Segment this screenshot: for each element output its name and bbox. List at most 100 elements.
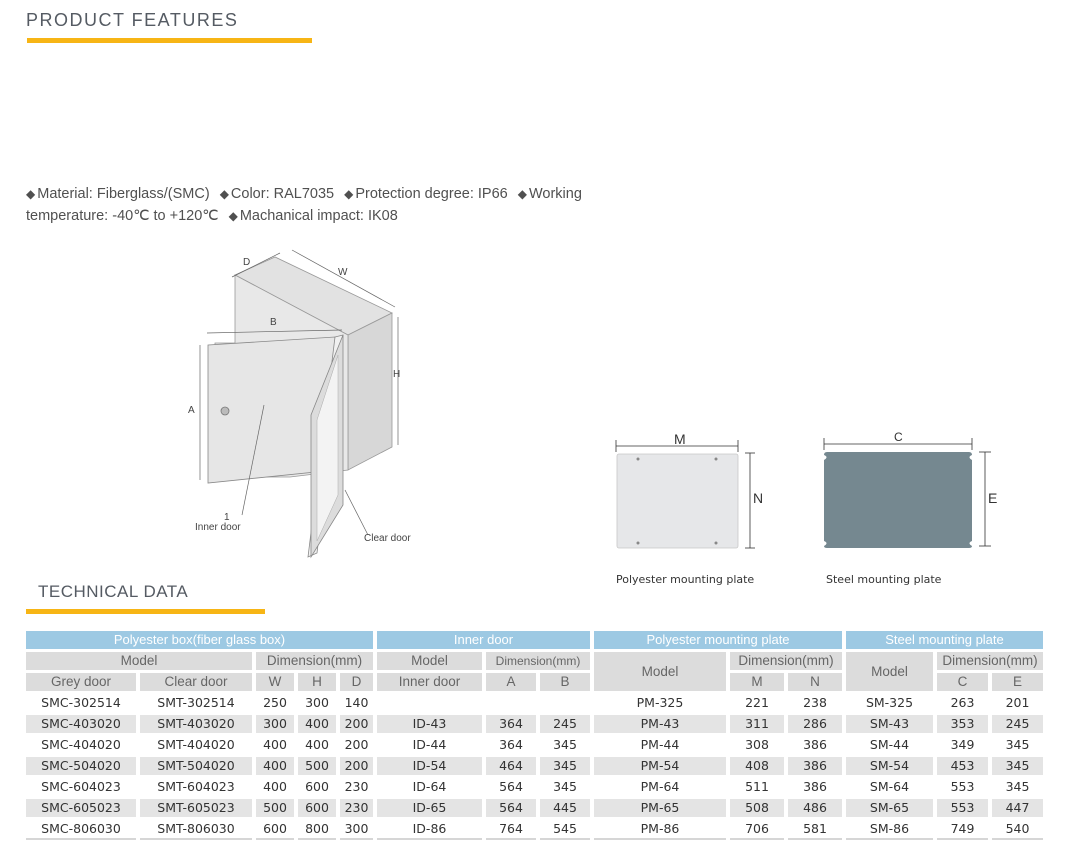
cell-e: 245 bbox=[992, 715, 1043, 733]
cell-grey-door: SMC-504020 bbox=[26, 757, 136, 775]
group-header-polyester-plate: Polyester mounting plate bbox=[594, 631, 842, 649]
header-clear-door: Clear door bbox=[140, 673, 252, 691]
cell-c: 749 bbox=[937, 820, 988, 840]
cell-inner-door: ID-43 bbox=[377, 715, 482, 733]
cell-w: 250 bbox=[256, 694, 294, 712]
cell-c: 553 bbox=[937, 778, 988, 796]
label-b: B bbox=[270, 317, 277, 328]
cell-sm-model: SM-64 bbox=[846, 778, 933, 796]
header-grey-door: Grey door bbox=[26, 673, 136, 691]
cell-d: 230 bbox=[340, 799, 373, 817]
cell-h: 300 bbox=[298, 694, 336, 712]
header-w: W bbox=[256, 673, 294, 691]
cell-b: 545 bbox=[540, 820, 590, 840]
cell-b: 345 bbox=[540, 757, 590, 775]
cell-n: 581 bbox=[788, 820, 842, 840]
cell-w: 300 bbox=[256, 715, 294, 733]
cell-b: 245 bbox=[540, 715, 590, 733]
header-model: Model bbox=[846, 652, 933, 691]
cell-m: 221 bbox=[730, 694, 784, 712]
cell-w: 400 bbox=[256, 778, 294, 796]
cell-e: 540 bbox=[992, 820, 1043, 840]
table-row: SMC-404020 SMT-404020 400 400 200 ID-44 364 345… bbox=[26, 736, 1043, 754]
cell-sm-model: SM-43 bbox=[846, 715, 933, 733]
cell-m: 706 bbox=[730, 820, 784, 840]
cell-inner-door: ID-86 bbox=[377, 820, 482, 840]
label-clear-door: Clear door bbox=[364, 533, 411, 544]
cell-c: 263 bbox=[937, 694, 988, 712]
diamond-bullet-icon: ◆ bbox=[344, 187, 354, 201]
cell-h: 600 bbox=[298, 799, 336, 817]
cell-pm-model: PM-65 bbox=[594, 799, 726, 817]
cell-grey-door: SMC-404020 bbox=[26, 736, 136, 754]
polyester-plate-shape bbox=[616, 453, 739, 549]
group-header-inner-door: Inner door bbox=[377, 631, 590, 649]
header-model: Model bbox=[26, 652, 252, 670]
table-row: SMC-605023 SMT-605023 500 600 230 ID-65 564 445… bbox=[26, 799, 1043, 817]
cell-clear-door: SMT-404020 bbox=[140, 736, 252, 754]
cell-m: 308 bbox=[730, 736, 784, 754]
cell-a: 464 bbox=[486, 757, 536, 775]
cell-w: 400 bbox=[256, 736, 294, 754]
cell-d: 200 bbox=[340, 736, 373, 754]
cell-pm-model: PM-44 bbox=[594, 736, 726, 754]
cell-e: 201 bbox=[992, 694, 1043, 712]
header-a: A bbox=[486, 673, 536, 691]
cell-clear-door: SMT-403020 bbox=[140, 715, 252, 733]
cell-pm-model: PM-54 bbox=[594, 757, 726, 775]
cell-m: 508 bbox=[730, 799, 784, 817]
cell-d: 200 bbox=[340, 715, 373, 733]
cell-clear-door: SMT-806030 bbox=[140, 820, 252, 840]
table-row: SMC-806030 SMT-806030 600 800 300 ID-86 764 545… bbox=[26, 820, 1043, 840]
header-dimension: Dimension(mm) bbox=[486, 652, 590, 670]
steel-plate-diagram: C E bbox=[823, 430, 997, 548]
cell-m: 408 bbox=[730, 757, 784, 775]
cell-clear-door: SMT-604023 bbox=[140, 778, 252, 796]
cell-n: 386 bbox=[788, 757, 842, 775]
header-b: B bbox=[540, 673, 590, 691]
cell-grey-door: SMC-605023 bbox=[26, 799, 136, 817]
header-dimension: Dimension(mm) bbox=[937, 652, 1043, 670]
table-body: SMC-302514 SMT-302514 250 300 140 PM-325 221 23… bbox=[26, 694, 1043, 840]
header-dimension: Dimension(mm) bbox=[730, 652, 842, 670]
cell-e: 447 bbox=[992, 799, 1043, 817]
cell-n: 286 bbox=[788, 715, 842, 733]
feature-item: ◆ Color: RAL7035 bbox=[219, 186, 335, 202]
cell-b bbox=[540, 694, 590, 712]
header-e: E bbox=[992, 673, 1043, 691]
cell-inner-door: ID-65 bbox=[377, 799, 482, 817]
table-row: SMC-403020 SMT-403020 300 400 200 ID-43 364 245… bbox=[26, 715, 1043, 733]
cell-sm-model: SM-44 bbox=[846, 736, 933, 754]
cell-pm-model: PM-64 bbox=[594, 778, 726, 796]
cell-a: 364 bbox=[486, 715, 536, 733]
cell-h: 400 bbox=[298, 736, 336, 754]
header-inner-door: Inner door bbox=[377, 673, 482, 691]
cell-sm-model: SM-86 bbox=[846, 820, 933, 840]
cell-grey-door: SMC-806030 bbox=[26, 820, 136, 840]
title-underline bbox=[27, 38, 312, 43]
cell-pm-model: PM-43 bbox=[594, 715, 726, 733]
cell-inner-door bbox=[377, 694, 482, 712]
group-header-steel-plate: Steel mounting plate bbox=[846, 631, 1043, 649]
label-w: W bbox=[338, 267, 348, 278]
label-a: A bbox=[188, 405, 195, 416]
cell-n: 386 bbox=[788, 736, 842, 754]
label-n: N bbox=[753, 490, 763, 506]
label-d: D bbox=[243, 257, 250, 268]
label-h: H bbox=[393, 369, 400, 380]
cell-w: 600 bbox=[256, 820, 294, 840]
cell-grey-door: SMC-403020 bbox=[26, 715, 136, 733]
cell-sm-model: SM-65 bbox=[846, 799, 933, 817]
cell-e: 345 bbox=[992, 757, 1043, 775]
cell-clear-door: SMT-605023 bbox=[140, 799, 252, 817]
cell-n: 238 bbox=[788, 694, 842, 712]
steel-plate-caption: Steel mounting plate bbox=[826, 573, 942, 586]
cell-h: 400 bbox=[298, 715, 336, 733]
header-model: Model bbox=[377, 652, 482, 670]
hole-icon bbox=[714, 457, 718, 461]
cell-b: 345 bbox=[540, 736, 590, 754]
lock-icon bbox=[220, 406, 230, 416]
sub-header-row: Model Dimension(mm) Model Dimension(mm) … bbox=[26, 652, 1043, 691]
table-row: SMC-604023 SMT-604023 400 600 230 ID-64 564 345… bbox=[26, 778, 1043, 796]
cell-inner-door: ID-64 bbox=[377, 778, 482, 796]
